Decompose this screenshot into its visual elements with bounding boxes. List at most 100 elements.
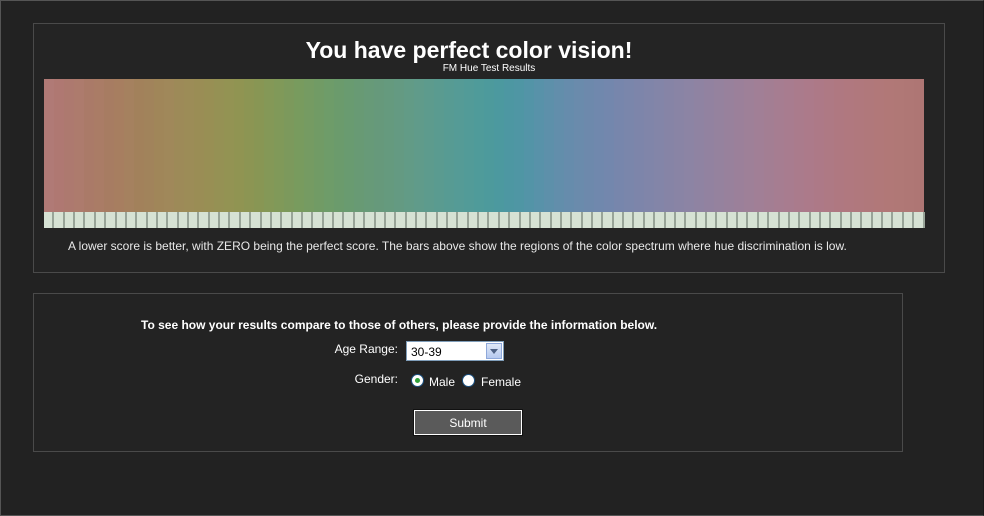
spectrum-band bbox=[214, 79, 224, 212]
score-bar-cell bbox=[230, 212, 241, 228]
score-bar-cell bbox=[914, 212, 925, 228]
result-title: You have perfect color vision! bbox=[305, 37, 633, 63]
spectrum-band bbox=[64, 79, 74, 212]
spectrum-band bbox=[524, 79, 534, 212]
spectrum-band bbox=[354, 79, 364, 212]
gender-female-radio[interactable] bbox=[462, 374, 475, 387]
spectrum-band bbox=[104, 79, 114, 212]
score-bar-cell bbox=[251, 212, 262, 228]
score-bar-cell bbox=[820, 212, 832, 228]
spectrum-band bbox=[784, 79, 794, 212]
score-bar-cell bbox=[137, 212, 148, 228]
score-bar-cell bbox=[54, 212, 65, 228]
spectrum-band bbox=[884, 79, 894, 212]
dropdown-button[interactable] bbox=[486, 343, 502, 359]
spectrum-band bbox=[154, 79, 164, 212]
spectrum-band bbox=[274, 79, 284, 212]
score-bar-cell bbox=[448, 212, 459, 228]
score-bar-cell bbox=[75, 212, 86, 228]
score-bar-cell bbox=[292, 212, 303, 228]
score-bar-cell bbox=[178, 212, 190, 228]
score-bar-cell bbox=[738, 212, 749, 228]
score-bar-cell bbox=[872, 212, 884, 228]
score-bar-cell bbox=[64, 212, 76, 228]
spectrum-band bbox=[244, 79, 254, 212]
score-bar-cell bbox=[85, 212, 96, 228]
spectrum-band bbox=[754, 79, 764, 212]
spectrum-band bbox=[834, 79, 844, 212]
score-bar-cell bbox=[903, 212, 915, 228]
spectrum-band bbox=[574, 79, 584, 212]
score-explanation: A lower score is better, with ZERO being… bbox=[68, 239, 847, 253]
score-bar-cell bbox=[106, 212, 117, 228]
score-bar-cell bbox=[779, 212, 790, 228]
spectrum-band bbox=[914, 79, 924, 212]
spectrum-band bbox=[294, 79, 304, 212]
submit-button[interactable]: Submit bbox=[413, 409, 523, 436]
gender-male-radio[interactable] bbox=[411, 374, 424, 387]
spectrum-band bbox=[894, 79, 904, 212]
score-bar-cell bbox=[572, 212, 583, 228]
spectrum-band bbox=[554, 79, 564, 212]
chevron-down-icon bbox=[490, 348, 498, 354]
spectrum-band bbox=[794, 79, 804, 212]
spectrum-band bbox=[634, 79, 644, 212]
spectrum-band bbox=[904, 79, 914, 212]
score-bar-cell bbox=[883, 212, 894, 228]
score-bar-cell bbox=[375, 212, 386, 228]
spectrum-band bbox=[394, 79, 404, 212]
spectrum-band bbox=[74, 79, 84, 212]
age-range-label: Age Range: bbox=[334, 342, 398, 356]
spectrum-band bbox=[854, 79, 864, 212]
score-bar-cell bbox=[458, 212, 469, 228]
spectrum-band bbox=[764, 79, 774, 212]
spectrum-band bbox=[864, 79, 874, 212]
spectrum-band bbox=[444, 79, 454, 212]
age-range-select[interactable]: 30-39 bbox=[406, 341, 504, 361]
page-frame: You have perfect color vision! FM Hue Te… bbox=[0, 0, 984, 516]
score-bar-cell bbox=[893, 212, 904, 228]
spectrum-band bbox=[484, 79, 494, 212]
score-bar-cell bbox=[427, 212, 438, 228]
score-bar-cell bbox=[396, 212, 407, 228]
spectrum-band bbox=[664, 79, 674, 212]
score-bar-cell bbox=[344, 212, 355, 228]
spectrum-band bbox=[364, 79, 374, 212]
spectrum-band bbox=[614, 79, 624, 212]
spectrum-band bbox=[694, 79, 704, 212]
score-bar-cell bbox=[468, 212, 480, 228]
score-bar-cell bbox=[479, 212, 490, 228]
score-bar-cell bbox=[282, 212, 293, 228]
spectrum-band bbox=[624, 79, 634, 212]
score-bar-cell bbox=[862, 212, 873, 228]
score-bars bbox=[44, 212, 925, 228]
results-panel: You have perfect color vision! FM Hue Te… bbox=[33, 23, 945, 273]
score-bar-cell bbox=[593, 212, 604, 228]
score-bar-cell bbox=[302, 212, 314, 228]
score-bar-cell bbox=[209, 212, 221, 228]
gender-female-label[interactable]: Female bbox=[481, 375, 521, 389]
score-bar-cell bbox=[665, 212, 676, 228]
color-spectrum bbox=[44, 79, 924, 212]
spectrum-band bbox=[184, 79, 194, 212]
score-bar-cell bbox=[406, 212, 417, 228]
spectrum-band bbox=[284, 79, 294, 212]
score-bar-cell bbox=[530, 212, 542, 228]
spectrum-band bbox=[134, 79, 144, 212]
gender-male-label[interactable]: Male bbox=[429, 375, 455, 389]
score-bar-cell bbox=[769, 212, 780, 228]
score-bar-cell bbox=[655, 212, 666, 228]
spectrum-band bbox=[594, 79, 604, 212]
score-bar-cell bbox=[323, 212, 335, 228]
score-bar-cell bbox=[551, 212, 562, 228]
spectrum-band bbox=[774, 79, 784, 212]
score-bar-cell bbox=[675, 212, 687, 228]
score-bar-cell bbox=[696, 212, 707, 228]
score-bar-cell bbox=[582, 212, 594, 228]
score-bar-cell bbox=[510, 212, 521, 228]
spectrum-band bbox=[874, 79, 884, 212]
age-range-value: 30-39 bbox=[411, 345, 442, 359]
spectrum-band bbox=[534, 79, 544, 212]
spectrum-band bbox=[124, 79, 134, 212]
score-bar-cell bbox=[168, 212, 179, 228]
